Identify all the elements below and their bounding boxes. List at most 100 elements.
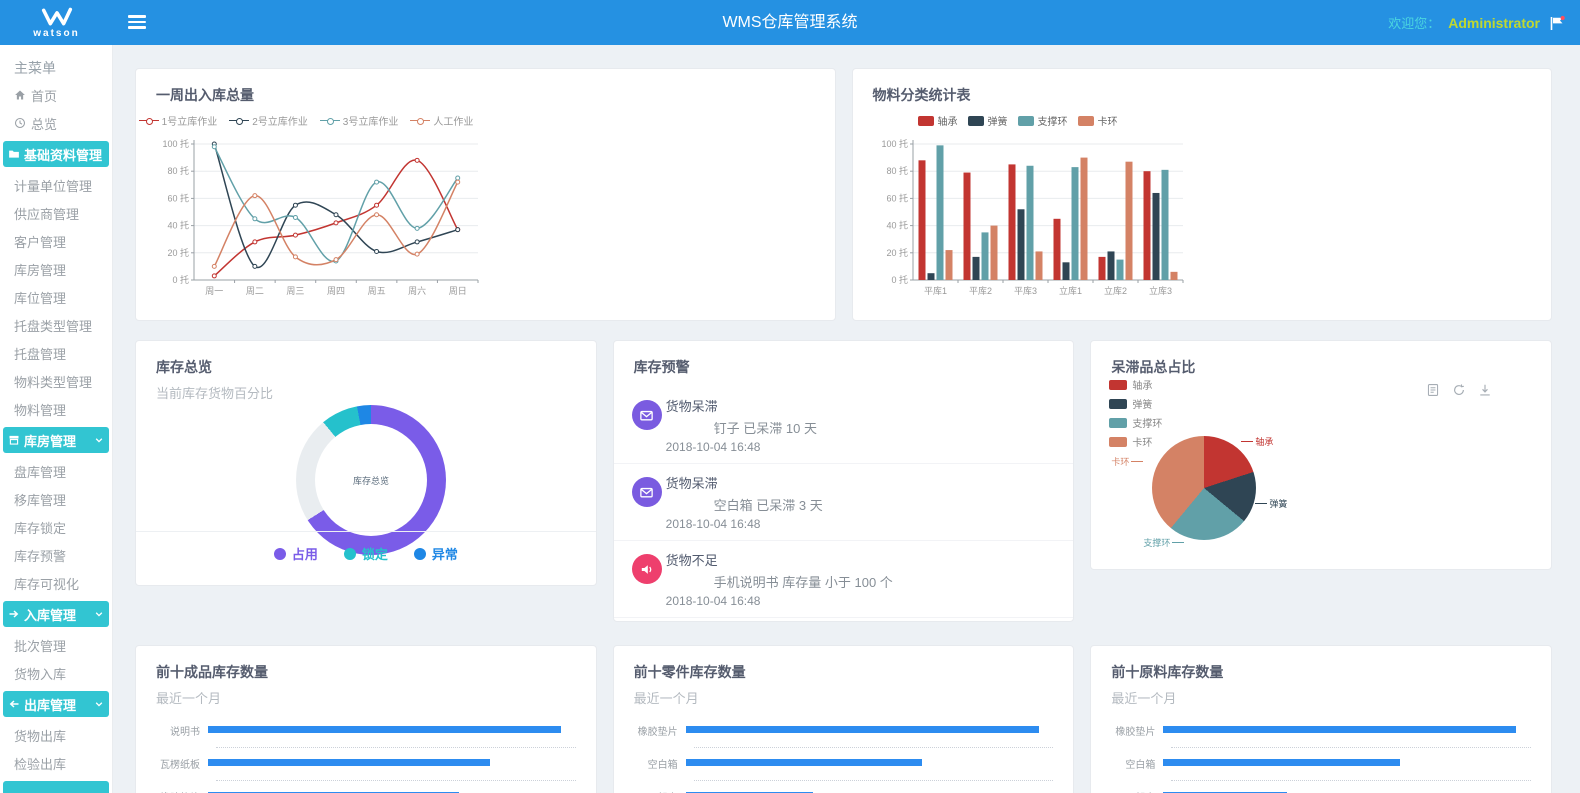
legend-item-轴承[interactable]: 轴承 <box>918 113 958 128</box>
sidebar-item-盘库管理[interactable]: 盘库管理 <box>0 457 112 485</box>
donut-legend-item-占用[interactable]: 占用 <box>274 544 318 563</box>
sidebar-item-label: 托盘管理 <box>14 344 66 363</box>
hbar-row: 贺卡 <box>632 789 1054 793</box>
sidebar-item-label: 移库管理 <box>14 490 66 509</box>
pie-legend-item-弹簧[interactable]: 弹簧 <box>1109 396 1162 411</box>
legend-item-人工作业[interactable]: 人工作业 <box>410 113 473 128</box>
inventory-donut-chart[interactable]: 库存总览 <box>296 405 446 555</box>
stagnant-pie-chart[interactable] <box>1152 436 1256 540</box>
sidebar-item-库存可视化[interactable]: 库存可视化 <box>0 569 112 597</box>
alert-timestamp: 2018-10-04 16:48 <box>666 517 1054 531</box>
restore-icon[interactable] <box>1452 383 1466 397</box>
pie-legend-item-卡环[interactable]: 卡环 <box>1109 434 1162 449</box>
sidebar-item-托盘类型管理[interactable]: 托盘类型管理 <box>0 311 112 339</box>
download-icon[interactable] <box>1478 383 1492 397</box>
sidebar-item-库存锁定[interactable]: 库存锁定 <box>0 513 112 541</box>
sidebar-item-批次管理[interactable]: 批次管理 <box>0 631 112 659</box>
legend-item-2号立库作业[interactable]: 2号立库作业 <box>229 113 308 128</box>
chevron-down-icon <box>94 435 104 445</box>
sidebar-item-首页[interactable]: 首页 <box>0 81 112 109</box>
legend-item-卡环[interactable]: 卡环 <box>1078 113 1118 128</box>
sidebar-item-库存预警[interactable]: 库存预警 <box>0 541 112 569</box>
sidebar-item-入库管理[interactable]: 入库管理 <box>3 601 109 627</box>
alert-timestamp: 2018-10-04 16:48 <box>666 594 1054 608</box>
pie-legend-item-支撑环[interactable]: 支撑环 <box>1109 415 1162 430</box>
box-icon <box>8 434 20 446</box>
hbar-fill <box>1163 726 1516 733</box>
legend-dot <box>414 548 426 560</box>
alert-item[interactable]: 货物呆滞空白箱 已呆滞 3 天2018-10-04 16:48 <box>614 464 1074 541</box>
pie-slice-label-支撑环: 支撑环 <box>1143 536 1184 549</box>
card-stagnant-share: 呆滞品总占比 轴承弹簧支撑环卡环 轴承弹簧支撑环卡环 <box>1090 340 1552 570</box>
hamburger-menu-button[interactable] <box>128 15 146 30</box>
card-subtitle: 当前库存货物百分比 <box>156 383 596 402</box>
sidebar-item-label: 库房管理 <box>24 431 76 450</box>
sidebar-item-供应商管理[interactable]: 供应商管理 <box>0 199 112 227</box>
sidebar-item-总览[interactable]: 总览 <box>0 109 112 137</box>
card-title: 前十零件库存数量 <box>634 662 1074 682</box>
sidebar-item-客户管理[interactable]: 客户管理 <box>0 227 112 255</box>
top-parts-bar-chart[interactable]: 橡胶垫片空白箱贺卡说明书 <box>632 723 1054 793</box>
svg-text:40 托: 40 托 <box>167 220 189 231</box>
chevron-down-icon <box>94 699 104 709</box>
sidebar-item-label: 库存可视化 <box>14 574 79 593</box>
sidebar-item-出库管理[interactable]: 出库管理 <box>3 691 109 717</box>
hbar-label: 空白箱 <box>632 756 686 771</box>
legend-item-3号立库作业[interactable]: 3号立库作业 <box>320 113 399 128</box>
legend-item-弹簧[interactable]: 弹簧 <box>968 113 1008 128</box>
sidebar-nav: 首页总览基础资料管理计量单位管理供应商管理客户管理库房管理库位管理托盘类型管理托… <box>0 81 112 793</box>
sidebar-item-检验出库[interactable]: 检验出库 <box>0 749 112 777</box>
hbar-fill <box>208 759 490 766</box>
sidebar-item-label: 批次管理 <box>14 636 66 655</box>
pie-slice-label-卡环: 卡环 <box>1111 455 1143 468</box>
sidebar-item-计量单位管理[interactable]: 计量单位管理 <box>0 171 112 199</box>
sidebar-item-物料管理[interactable]: 物料管理 <box>0 395 112 423</box>
sidebar-item-货物出库[interactable]: 货物出库 <box>0 721 112 749</box>
sidebar-item-库房管理[interactable]: 库房管理 <box>3 427 109 453</box>
alert-item[interactable]: 货物超出硬纸板 库存量 大于 300 个2018-10-04 16:48 <box>614 618 1074 622</box>
card-inventory-overview: 库存总览 当前库存货物百分比 库存总览 占用 锁定 异常 <box>135 340 597 586</box>
svg-text:周三: 周三 <box>286 286 304 296</box>
legend-label: 轴承 <box>938 113 958 128</box>
sidebar-item-label: 检验出库 <box>14 754 66 773</box>
sidebar-item-库位管理[interactable]: 库位管理 <box>0 283 112 311</box>
sidebar-item-物料类型管理[interactable]: 物料类型管理 <box>0 367 112 395</box>
sidebar-item-托盘管理[interactable]: 托盘管理 <box>0 339 112 367</box>
svg-text:100 托: 100 托 <box>162 138 189 149</box>
donut-legend-item-异常[interactable]: 异常 <box>414 544 458 563</box>
sidebar-item-货物入库[interactable]: 货物入库 <box>0 659 112 687</box>
pie-legend-item-轴承[interactable]: 轴承 <box>1109 377 1162 392</box>
sidebar-item-label: 入库管理 <box>24 605 76 624</box>
flag-icon[interactable] <box>1548 15 1566 31</box>
svg-text:立库3: 立库3 <box>1148 285 1171 296</box>
legend-label: 卡环 <box>1098 113 1118 128</box>
hbar-label: 橡胶垫片 <box>632 723 686 738</box>
alert-item[interactable]: 货物呆滞钉子 已呆滞 10 天2018-10-04 16:48 <box>614 387 1074 464</box>
sidebar-item-partial[interactable] <box>3 781 109 793</box>
top-raw-bar-chart[interactable]: 橡胶垫片空白箱贺卡说明书 <box>1109 723 1531 793</box>
sidebar-item-基础资料管理[interactable]: 基础资料管理 <box>3 141 109 167</box>
main-content: 一周出入库总量 1号立库作业2号立库作业3号立库作业人工作业 0 托20 托40… <box>113 45 1580 793</box>
legend-item-1号立库作业[interactable]: 1号立库作业 <box>139 113 218 128</box>
donut-legend: 占用 锁定 异常 <box>136 544 596 563</box>
sidebar-item-移库管理[interactable]: 移库管理 <box>0 485 112 513</box>
hbar-row: 贺卡 <box>1109 789 1531 793</box>
material-bar-chart[interactable]: 0 托20 托40 托60 托80 托100 托平库1平库2平库3立库1立库2立… <box>865 132 1195 310</box>
card-title: 库存总览 <box>156 357 596 377</box>
weekly-line-chart[interactable]: 0 托20 托40 托60 托80 托100 托周一周二周三周四周五周六周日 <box>148 132 488 310</box>
legend-swatch <box>1109 399 1127 409</box>
logo[interactable]: watson <box>0 0 113 45</box>
legend-item-支撑环[interactable]: 支撑环 <box>1018 113 1068 128</box>
alert-item[interactable]: 货物不足手机说明书 库存量 小于 100 个2018-10-04 16:48 <box>614 541 1074 618</box>
data-view-icon[interactable] <box>1426 383 1440 397</box>
svg-text:立库1: 立库1 <box>1058 285 1081 296</box>
hbar-track <box>208 726 576 734</box>
hbar-track <box>1163 726 1531 734</box>
legend-label: 人工作业 <box>433 113 473 128</box>
card-material-stats: 物料分类统计表 轴承弹簧支撑环卡环 0 托20 托40 托60 托80 托100… <box>852 68 1553 321</box>
donut-legend-item-锁定[interactable]: 锁定 <box>344 544 388 563</box>
sidebar: 主菜单 首页总览基础资料管理计量单位管理供应商管理客户管理库房管理库位管理托盘类… <box>0 45 113 793</box>
alert-title: 货物呆滞 <box>666 396 1054 415</box>
sidebar-item-库房管理[interactable]: 库房管理 <box>0 255 112 283</box>
top-finished-bar-chart[interactable]: 说明书瓦楞纸板橡胶垫片空白箱 <box>154 723 576 793</box>
